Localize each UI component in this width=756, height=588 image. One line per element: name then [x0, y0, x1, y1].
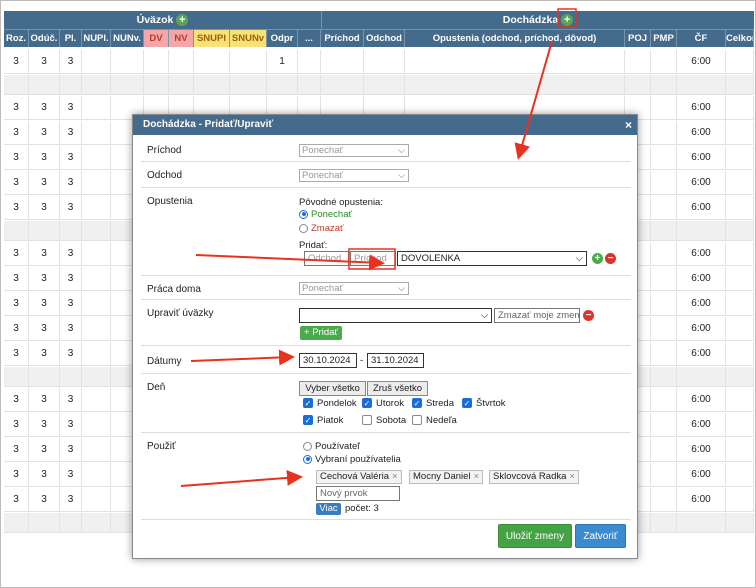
arrow-icon — [180, 469, 303, 487]
arrow-icon — [195, 254, 385, 271]
highlight-box-icon — [348, 248, 396, 270]
highlight-box-icon — [557, 8, 577, 28]
arrow-icon — [190, 349, 295, 366]
annotation-arrows — [180, 8, 577, 487]
arrow-icon — [514, 40, 553, 160]
app-frame: Úväzok + Dochádzka + Roz. Odúč. Pl. NUPl. NUNv… — [0, 0, 756, 588]
